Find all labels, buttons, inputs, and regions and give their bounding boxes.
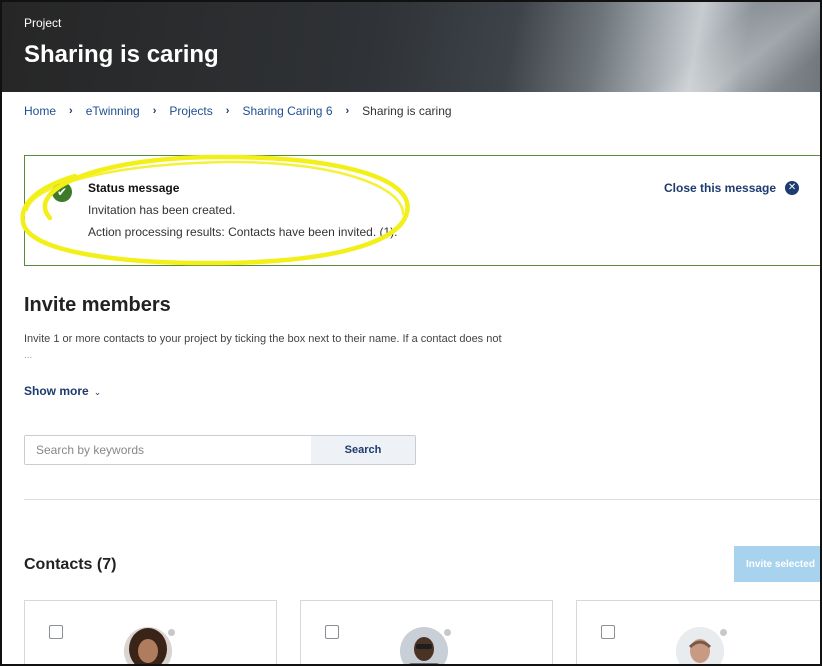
contacts-heading: Contacts (7) (24, 556, 117, 573)
breadcrumb-home[interactable]: Home (24, 104, 56, 118)
avatar (400, 627, 448, 666)
breadcrumb-sharing-caring-6[interactable]: Sharing Caring 6 (242, 104, 332, 118)
status-text-results: Action processing results: Contacts have… (88, 225, 398, 239)
search-input[interactable] (25, 436, 311, 464)
show-more-label: Show more (24, 384, 89, 398)
invite-description: Invite 1 or more contacts to your projec… (24, 333, 502, 345)
chevron-right-icon: › (225, 105, 230, 117)
section-divider (24, 499, 822, 500)
search-button[interactable]: Search (311, 436, 415, 464)
status-text-invitation: Invitation has been created. (88, 203, 236, 217)
presence-indicator (167, 628, 176, 637)
avatar (124, 627, 172, 666)
page-title: Sharing is caring (24, 41, 219, 68)
contact-checkbox[interactable] (601, 625, 615, 639)
chevron-right-icon: › (69, 105, 73, 117)
contact-card (576, 600, 822, 666)
contact-card (24, 600, 277, 666)
search-bar: Search (24, 435, 416, 465)
close-message-label: Close this message (664, 181, 777, 195)
close-icon: ✕ (785, 181, 800, 195)
breadcrumb-projects[interactable]: Projects (169, 104, 212, 118)
breadcrumb-current: Sharing is caring (362, 104, 452, 118)
close-message-button[interactable]: Close this message ✕ (664, 181, 800, 195)
breadcrumb: Home › eTwinning › Projects › Sharing Ca… (24, 104, 452, 118)
description-ellipsis: ... (24, 350, 33, 361)
presence-indicator (443, 628, 452, 637)
contact-checkbox[interactable] (49, 625, 63, 639)
status-title: Status message (88, 181, 180, 195)
breadcrumb-etwinning[interactable]: eTwinning (86, 104, 140, 118)
chevron-right-icon: › (345, 105, 350, 117)
status-message: ✔ Status message Invitation has been cre… (24, 155, 822, 266)
avatar (676, 627, 724, 666)
show-more-toggle[interactable]: Show more ⌄ (24, 384, 101, 398)
presence-indicator (719, 628, 728, 637)
check-icon: ✔ (52, 182, 72, 202)
contact-checkbox[interactable] (325, 625, 339, 639)
invite-members-heading: Invite members (24, 294, 171, 316)
chevron-down-icon: ⌄ (93, 387, 102, 397)
contact-card (300, 600, 553, 666)
page-kicker: Project (24, 16, 62, 30)
invite-selected-button[interactable]: Invite selected (734, 546, 822, 582)
chevron-right-icon: › (152, 105, 157, 117)
page-header-banner: Project Sharing is caring (0, 0, 822, 92)
